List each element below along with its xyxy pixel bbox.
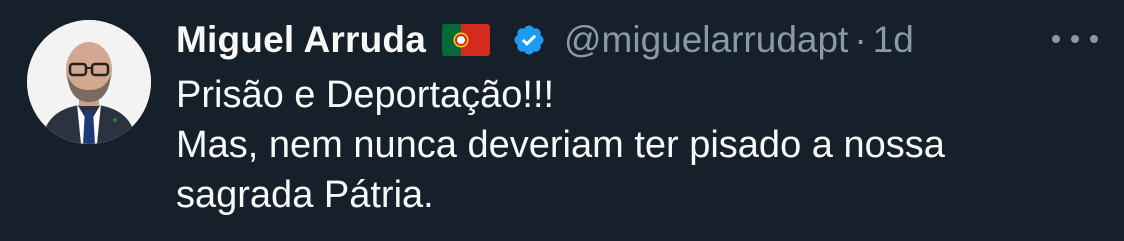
tweet-text: Prisão e Deportação!!! Mas, nem nunca de… (176, 70, 1104, 220)
tweet-text-line: Prisão e Deportação!!! (176, 74, 555, 116)
more-dot (1052, 35, 1060, 43)
verified-badge-icon[interactable] (512, 23, 546, 57)
timestamp[interactable]: 1d (873, 19, 914, 61)
tweet-text-line: sagrada Pátria. (176, 174, 434, 216)
portugal-flag-icon (441, 24, 490, 56)
avatar[interactable] (27, 20, 151, 144)
author-name[interactable]: Miguel Arruda (176, 19, 426, 61)
tweet-header: Miguel Arruda @miguelarrudapt · 1d (176, 16, 1104, 64)
separator-dot: · (854, 19, 867, 60)
author-handle[interactable]: @miguelarrudapt (564, 19, 848, 61)
more-options-icon[interactable] (1052, 24, 1098, 54)
more-dot (1071, 35, 1079, 43)
tweet-text-line: Mas, nem nunca deveriam ter pisado a nos… (176, 124, 945, 166)
tweet-content: Miguel Arruda @miguelarrudapt · 1d Prisã… (176, 16, 1104, 220)
avatar-image (27, 20, 151, 144)
tweet-card[interactable]: Miguel Arruda @miguelarrudapt · 1d Prisã… (0, 0, 1124, 241)
more-dot (1090, 35, 1098, 43)
